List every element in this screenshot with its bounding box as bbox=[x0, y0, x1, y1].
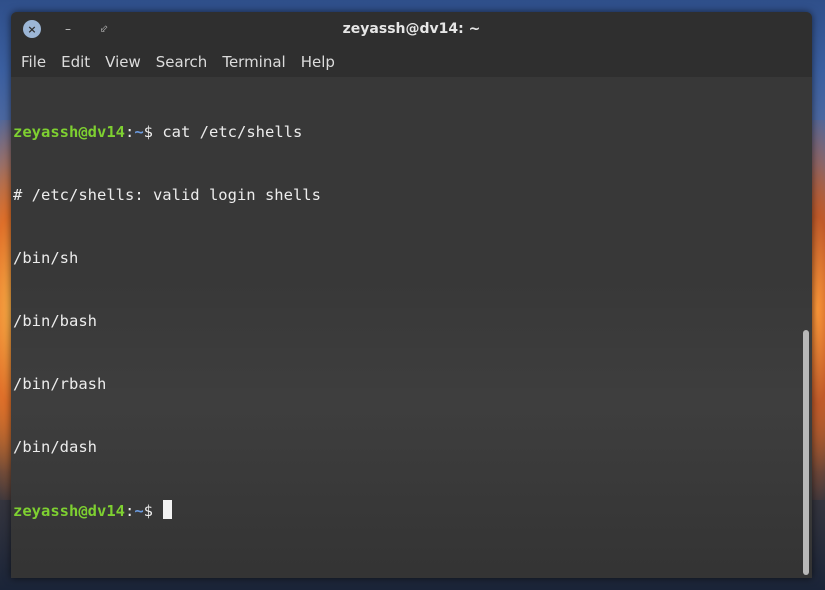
text-cursor bbox=[163, 500, 173, 519]
menu-view[interactable]: View bbox=[99, 48, 147, 77]
title-bar[interactable]: zeyassh@dv14: ~ × – ⬃ bbox=[11, 12, 812, 48]
terminal-window: zeyassh@dv14: ~ × – ⬃ File Edit View Sea… bbox=[11, 12, 812, 578]
prompt-path: ~ bbox=[134, 123, 144, 141]
vertical-scrollbar[interactable] bbox=[803, 330, 809, 575]
close-button[interactable]: × bbox=[23, 20, 41, 38]
menu-edit[interactable]: Edit bbox=[55, 48, 96, 77]
prompt-symbol: $ bbox=[143, 502, 154, 520]
menu-bar: File Edit View Search Terminal Help bbox=[11, 48, 812, 77]
minimize-button[interactable]: – bbox=[59, 20, 77, 38]
active-prompt-line: zeyassh@dv14:~$ bbox=[13, 500, 321, 521]
menu-file[interactable]: File bbox=[15, 48, 52, 77]
output-line: # /etc/shells: valid login shells bbox=[13, 186, 321, 204]
terminal-area[interactable]: zeyassh@dv14:~$ cat /etc/shells # /etc/s… bbox=[11, 77, 812, 578]
command-line: zeyassh@dv14:~$ cat /etc/shells bbox=[13, 122, 321, 143]
maximize-icon: ⬃ bbox=[99, 23, 109, 35]
prompt-path: ~ bbox=[134, 502, 144, 520]
prompt-user-host: zeyassh@dv14 bbox=[13, 502, 125, 520]
window-title: zeyassh@dv14: ~ bbox=[342, 21, 481, 37]
close-icon: × bbox=[27, 22, 37, 36]
prompt-separator: : bbox=[124, 502, 135, 520]
output-line: /bin/dash bbox=[13, 438, 97, 456]
prompt-user-host: zeyassh@dv14 bbox=[13, 123, 125, 141]
command-text: cat /etc/shells bbox=[153, 123, 303, 141]
menu-help[interactable]: Help bbox=[295, 48, 341, 77]
output-line: /bin/bash bbox=[13, 312, 97, 330]
prompt-symbol: $ bbox=[143, 123, 154, 141]
minimize-icon: – bbox=[65, 22, 71, 36]
terminal-output: zeyassh@dv14:~$ cat /etc/shells # /etc/s… bbox=[13, 80, 321, 563]
output-line: /bin/sh bbox=[13, 249, 79, 267]
maximize-button[interactable]: ⬃ bbox=[95, 20, 113, 38]
menu-search[interactable]: Search bbox=[150, 48, 214, 77]
menu-terminal[interactable]: Terminal bbox=[216, 48, 291, 77]
output-line: /bin/rbash bbox=[13, 375, 107, 393]
prompt-separator: : bbox=[124, 123, 135, 141]
